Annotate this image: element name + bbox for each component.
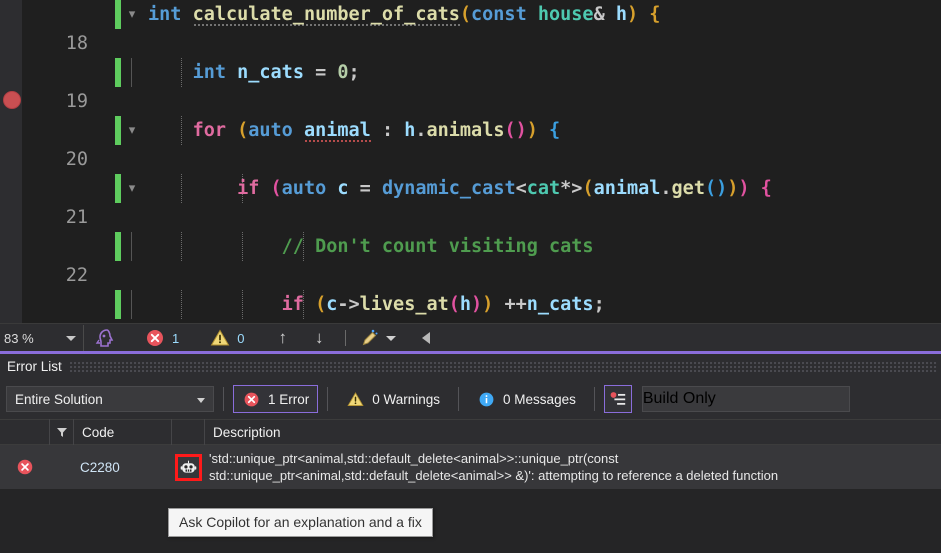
status-error-count[interactable]: 1 [116,324,179,352]
copilot-tooltip: Ask Copilot for an explanation and a fix [168,508,433,537]
zoom-level-dropdown[interactable]: 83 % [0,325,84,351]
code-editor[interactable]: 18 ▾ int calculate_number_of_cats(const … [0,0,941,323]
toolbar-divider [327,387,328,411]
filter-messages-toggle[interactable]: 0 Messages [468,385,585,413]
change-bar [115,232,121,261]
error-circle-icon [144,327,166,349]
chevron-down-icon [66,336,76,341]
copilot-robot-icon [180,459,197,476]
fold-chevron-icon[interactable]: ▾ [125,0,139,29]
collapse-panel-button[interactable] [396,324,430,352]
next-error-button[interactable]: ↓ [301,324,338,352]
intellicode-status[interactable] [84,324,116,352]
chevron-down-icon[interactable] [386,336,396,341]
previous-error-button[interactable]: ↑ [244,324,301,352]
zoom-level-value: 83 % [4,331,34,346]
fold-chevron-icon[interactable]: ▾ [125,116,139,145]
row-code-cell[interactable]: C2280 [74,460,172,475]
panel-drag-grip[interactable] [70,362,937,372]
change-bar [115,0,121,29]
filter-errors-label: 1 Error [268,392,309,407]
panel-title-text: Error List [0,359,62,374]
error-list-toolbar: Entire Solution 1 Error 0 Warnings [0,379,941,419]
collapse-left-triangle-icon [422,332,430,344]
filter-warnings-toggle[interactable]: 0 Warnings [337,385,449,413]
scope-filter-value: Entire Solution [7,392,103,407]
status-warning-count[interactable]: 0 [179,324,244,352]
status-divider [345,330,346,346]
filter-sort-icon [56,426,68,438]
column-header-action[interactable] [172,419,205,445]
row-action-cell[interactable] [172,454,205,481]
build-filter-value: Build Only [643,390,716,408]
error-list-empty-area [0,489,941,553]
code-line[interactable]: 20 ▾ for (auto animal : h.animals()) { [22,116,941,145]
line-number: 22 [22,261,88,290]
build-filter-dropdown[interactable]: Build Only [642,386,850,412]
code-line-text: // Don't count visiting cats [148,232,594,261]
error-list-column-headers: Code Description [0,419,941,445]
copilot-action-highlight[interactable] [175,454,202,481]
info-circle-icon [477,390,496,409]
toolbar-divider [223,387,224,411]
show-error-details-icon [609,390,627,408]
code-line[interactable]: 21 ▾ if (auto c = dynamic_cast<cat*>(ani… [22,174,941,203]
change-bar [115,290,121,319]
toolbar-divider [594,387,595,411]
visual-studio-window: 18 ▾ int calculate_number_of_cats(const … [0,0,941,553]
code-line[interactable]: 18 ▾ int calculate_number_of_cats(const … [22,0,941,29]
filter-warnings-label: 0 Warnings [372,392,440,407]
fold-guide [131,232,132,261]
column-header-severity[interactable] [0,419,50,445]
code-cleanup-broom-icon [358,327,380,349]
change-bar [115,116,121,145]
column-header-code[interactable]: Code [74,419,172,445]
line-number: 18 [22,29,88,58]
fold-guide [131,290,132,319]
column-header-description[interactable]: Description [205,419,941,445]
row-description-cell[interactable]: 'std::unique_ptr<animal,std::default_del… [205,450,941,484]
warning-triangle-icon [209,327,231,349]
table-row[interactable]: C2280 'std::un [0,445,941,489]
warning-triangle-icon [346,390,365,409]
warning-count-value: 0 [237,331,244,346]
row-severity-cell [0,457,50,477]
filter-errors-toggle[interactable]: 1 Error [233,385,318,413]
code-cleanup-button[interactable] [354,324,396,352]
code-line[interactable]: 23 if (c->lives_at(h)) ++n_cats; [22,290,941,319]
error-count-value: 1 [172,331,179,346]
code-line-text: int n_cats = 0; [148,58,360,87]
code-line-text: for (auto animal : h.animals()) { [148,116,560,145]
code-line-text: int calculate_number_of_cats(const house… [148,0,660,29]
fold-guide [131,58,132,87]
code-text-area[interactable]: 18 ▾ int calculate_number_of_cats(const … [22,0,941,323]
breakpoint-margin[interactable] [0,0,22,323]
filter-messages-label: 0 Messages [503,392,576,407]
error-circle-icon [15,457,35,477]
editor-status-bar: 83 % 1 0 ↑ ↓ [0,323,941,352]
toolbar-divider [458,387,459,411]
code-line[interactable]: 19 int n_cats = 0; [22,58,941,87]
breakpoint-indicator[interactable] [3,91,21,109]
change-bar [115,58,121,87]
code-line[interactable]: 22 // Don't count visiting cats [22,232,941,261]
error-list-panel: Error List Entire Solution 1 Error [0,351,941,553]
line-number: 20 [22,145,88,174]
line-number: 19 [22,87,88,116]
error-list-title-bar[interactable]: Error List [0,354,941,379]
code-line-text: if (c->lives_at(h)) ++n_cats; [148,290,605,319]
line-number: 21 [22,203,88,232]
show-error-details-button[interactable] [604,385,632,413]
column-header-sort[interactable] [50,419,74,445]
chevron-down-icon [197,398,205,403]
description-line-2: std::unique_ptr<animal,std::default_dele… [209,467,941,484]
error-circle-icon [242,390,261,409]
change-bar [115,174,121,203]
description-line-1: 'std::unique_ptr<animal,std::default_del… [209,450,941,467]
scope-filter-dropdown[interactable]: Entire Solution [6,386,214,412]
intellicode-head-icon [94,327,116,349]
fold-chevron-icon[interactable]: ▾ [125,174,139,203]
code-line-text: if (auto c = dynamic_cast<cat*>(animal.g… [148,174,772,203]
